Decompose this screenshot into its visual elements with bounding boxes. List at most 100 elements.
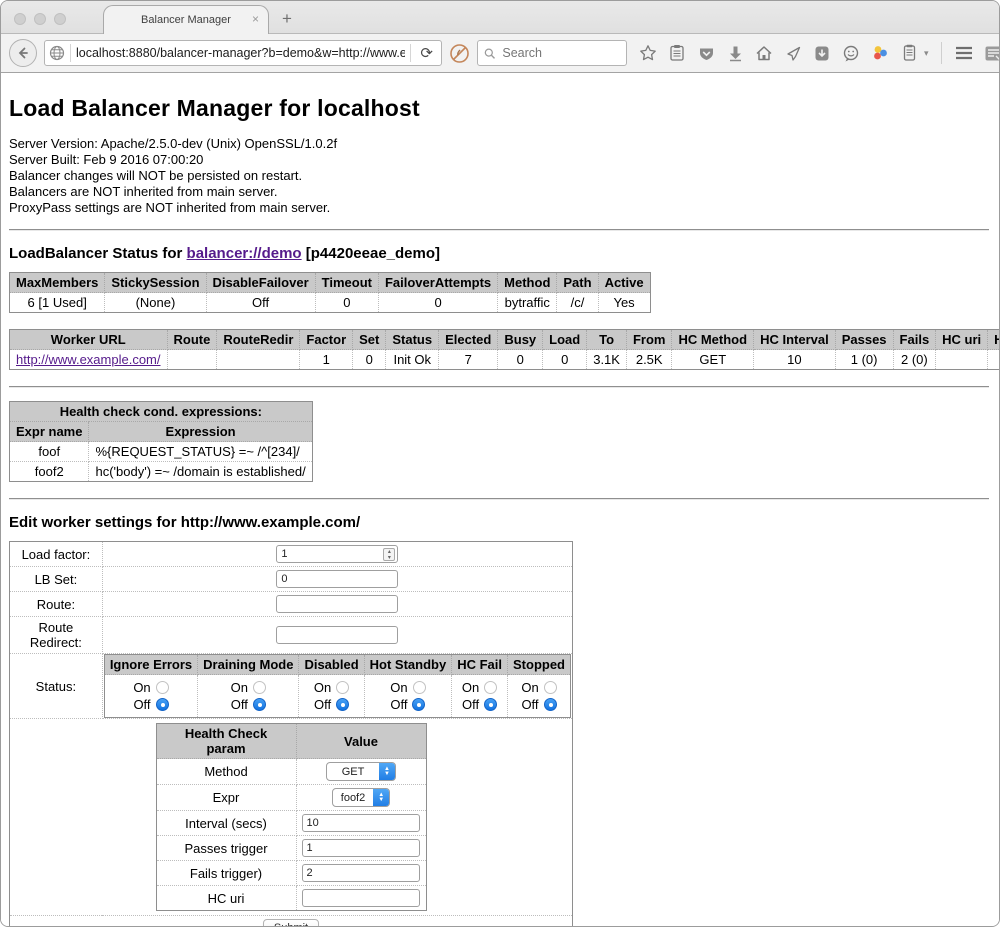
divider [9, 498, 989, 500]
download-icon[interactable] [725, 43, 745, 63]
cell-timeout: 0 [315, 293, 378, 313]
method-select[interactable]: GET ▲▼ [326, 762, 396, 781]
globe-icon [49, 45, 65, 61]
search-bar[interactable] [477, 40, 627, 66]
pocket-icon[interactable] [812, 43, 832, 63]
status-table: Ignore Errors Draining Mode Disabled Hot… [104, 654, 571, 718]
stopped-off-radio[interactable] [544, 698, 557, 711]
submit-button[interactable]: Submit [263, 919, 319, 926]
server-built: Server Built: Feb 9 2016 07:00:20 [9, 152, 989, 168]
balancer-demo-link[interactable]: balancer://demo [187, 245, 302, 262]
form-row-load-factor: Load factor: ▴▾ [10, 542, 573, 567]
search-input[interactable] [500, 45, 620, 61]
grid-icon[interactable] [983, 43, 1000, 63]
hc-fail-on-radio[interactable] [484, 681, 497, 694]
container-icon[interactable] [899, 43, 919, 63]
url-divider [410, 44, 411, 62]
hc-param-header: Health Check param [156, 724, 296, 759]
ignore-errors-off-radio[interactable] [156, 698, 169, 711]
lb-set-input[interactable] [276, 570, 398, 588]
notice-balancers: Balancers are NOT inherited from main se… [9, 184, 989, 200]
hc-interval-label: Interval (secs) [156, 811, 296, 836]
hc-expressions-table: Health check cond. expressions: Expr nam… [9, 401, 313, 482]
hc-uri-input[interactable] [302, 889, 420, 907]
ignore-errors-on-radio[interactable] [156, 681, 169, 694]
form-row-status: Status: Ignore Errors Draining Mode Disa… [10, 654, 573, 719]
radio-on-label: On [462, 680, 479, 695]
url-text[interactable]: localhost:8880/balancer-manager?b=demo&w… [76, 46, 405, 60]
container-dropdown-caret-icon[interactable]: ▾ [924, 48, 929, 59]
tab-close-icon[interactable]: × [252, 13, 259, 25]
window-controls[interactable] [14, 13, 66, 25]
method-select-value: GET [327, 766, 379, 778]
column-header: Passes [835, 330, 893, 350]
worker-url-link[interactable]: http://www.example.com/ [16, 352, 161, 367]
status-label: Status: [10, 654, 103, 719]
bookmark-star-icon[interactable] [638, 43, 658, 63]
column-header: Set [353, 330, 386, 350]
route-redirect-label: Route Redirect: [10, 617, 103, 654]
route-input[interactable] [276, 595, 398, 613]
radio-off-label: Off [462, 697, 479, 712]
cell-expression: hc('body') =~ /domain is established/ [89, 462, 312, 482]
form-row-route: Route: [10, 592, 573, 617]
expr-select[interactable]: foof2 ▲▼ [332, 788, 390, 807]
menu-icon[interactable] [954, 43, 974, 63]
tab-balancer-manager[interactable]: Balancer Manager × [103, 5, 269, 34]
stopped-on-radio[interactable] [544, 681, 557, 694]
url-bar[interactable]: localhost:8880/balancer-manager?b=demo&w… [44, 40, 442, 66]
status-column-header: Draining Mode [198, 655, 299, 675]
table-row: 6 [1 Used] (None) Off 0 0 bytraffic /c/ … [10, 293, 651, 313]
shield-icon[interactable] [696, 43, 716, 63]
navigation-bar: localhost:8880/balancer-manager?b=demo&w… [1, 34, 999, 73]
hc-fail-off-radio[interactable] [484, 698, 497, 711]
zoom-window-button[interactable] [54, 13, 66, 25]
load-factor-input[interactable] [276, 545, 398, 563]
feedback-smiley-icon[interactable] [841, 43, 861, 63]
color-dots-icon[interactable] [870, 43, 890, 63]
fails-input[interactable] [302, 864, 420, 882]
column-header: HC Interval [754, 330, 836, 350]
hot-standby-off-radio[interactable] [412, 698, 425, 711]
page-title: Load Balancer Manager for localhost [9, 95, 989, 122]
hc-method-label: Method [156, 759, 296, 785]
hc-uri-label: HC uri [156, 886, 296, 911]
column-header: Factor [300, 330, 353, 350]
hc-row-fails: Fails trigger) [156, 861, 426, 886]
cell-hc-interval: 10 [754, 350, 836, 370]
column-header: To [587, 330, 627, 350]
status-column-header: Hot Standby [364, 655, 452, 675]
reload-icon[interactable]: ⟳ [416, 44, 437, 62]
select-arrows-icon: ▲▼ [373, 788, 389, 807]
minimize-window-button[interactable] [34, 13, 46, 25]
home-icon[interactable] [754, 43, 774, 63]
plugin-block-icon[interactable] [449, 43, 470, 64]
hot-standby-on-radio[interactable] [413, 681, 426, 694]
radio-on-label: On [314, 680, 331, 695]
new-tab-button[interactable]: + [282, 9, 292, 29]
route-redirect-input[interactable] [276, 626, 398, 644]
tab-title: Balancer Manager [141, 14, 231, 26]
back-button[interactable] [9, 39, 37, 67]
cell-to: 3.1K [587, 350, 627, 370]
reading-list-icon[interactable] [667, 43, 687, 63]
hc-passes-label: Passes trigger [156, 836, 296, 861]
status-column-header: HC Fail [452, 655, 508, 675]
hc-row-interval: Interval (secs) [156, 811, 426, 836]
interval-input[interactable] [302, 814, 420, 832]
form-row-health-check: Health Check param Value Method GET ▲▼ [10, 719, 573, 916]
number-stepper-icon[interactable]: ▴▾ [383, 548, 395, 561]
passes-input[interactable] [302, 839, 420, 857]
draining-mode-off-radio[interactable] [253, 698, 266, 711]
table-row: foof %{REQUEST_STATUS} =~ /^[234]/ [10, 442, 313, 462]
paper-plane-icon[interactable] [783, 43, 803, 63]
divider [9, 229, 989, 231]
disabled-on-radio[interactable] [336, 681, 349, 694]
toolbar-divider [941, 42, 942, 64]
disabled-off-radio[interactable] [336, 698, 349, 711]
draining-mode-on-radio[interactable] [253, 681, 266, 694]
close-window-button[interactable] [14, 13, 26, 25]
hc-row-expr: Expr foof2 ▲▼ [156, 785, 426, 811]
radio-off-label: Off [314, 697, 331, 712]
cell-passes: 1 (0) [835, 350, 893, 370]
